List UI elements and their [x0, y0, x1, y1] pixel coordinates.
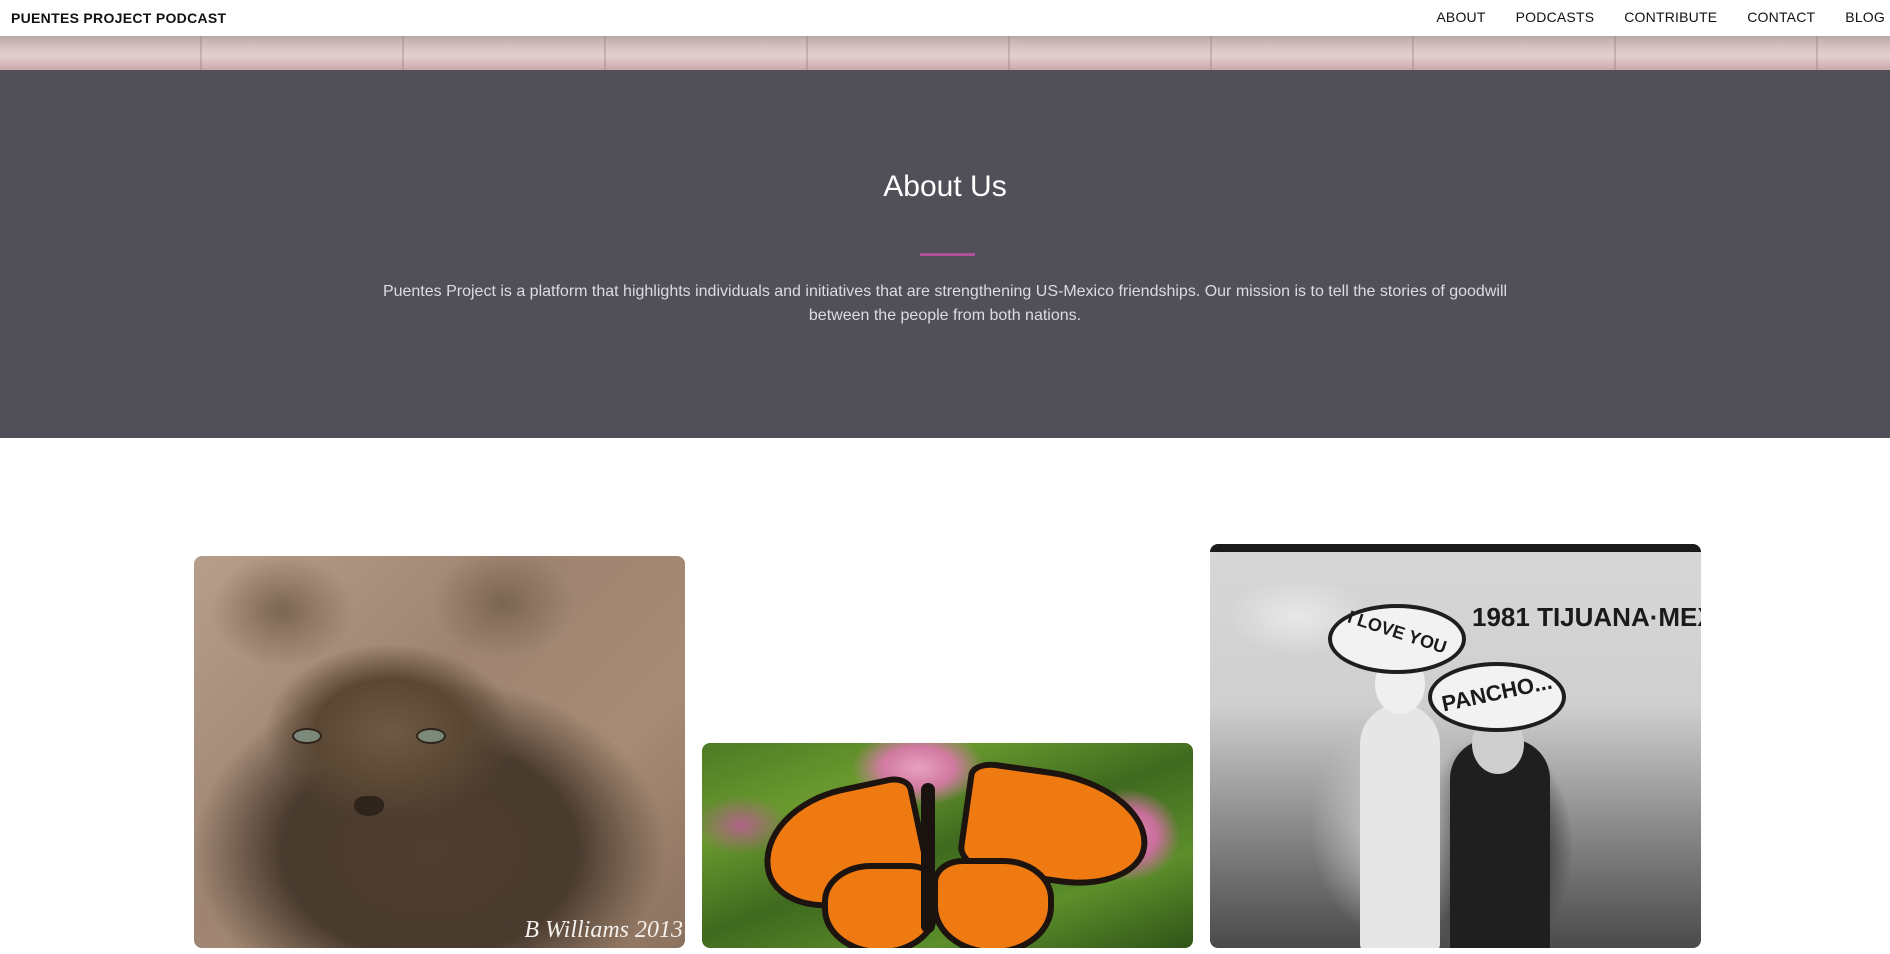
- photo-watermark: B Williams 2013: [524, 917, 683, 943]
- jaguarundi-photo: B Williams 2013: [194, 556, 685, 948]
- nav-link-podcasts[interactable]: PODCASTS: [1516, 9, 1595, 25]
- hero-image-strip: [0, 36, 1890, 70]
- monarch-butterfly-photo: [702, 743, 1193, 948]
- cat-left-eye: [292, 728, 322, 744]
- butterfly-body: [921, 783, 935, 933]
- cat-nose: [354, 796, 384, 816]
- about-section: About Us Puentes Project is a platform t…: [0, 70, 1890, 438]
- nav-link-about[interactable]: ABOUT: [1436, 9, 1485, 25]
- nav-link-contact[interactable]: CONTACT: [1747, 9, 1815, 25]
- tijuana-vintage-photo: 1981 TIJUANA·MEXICO I LOVE YOU PANCHO...: [1210, 544, 1701, 948]
- brand-logo-link[interactable]: PUENTES PROJECT PODCAST: [11, 10, 226, 26]
- top-navbar: PUENTES PROJECT PODCAST ABOUT PODCASTS C…: [0, 0, 1890, 36]
- cat-right-eye: [416, 728, 446, 744]
- about-title: About Us: [883, 170, 1007, 203]
- about-divider: [920, 253, 975, 256]
- main-nav: ABOUT PODCASTS CONTRIBUTE CONTACT BLOG: [1436, 9, 1890, 25]
- about-description: Puentes Project is a platform that highl…: [382, 283, 1508, 324]
- nav-link-blog[interactable]: BLOG: [1845, 9, 1885, 25]
- nav-link-contribute[interactable]: CONTRIBUTE: [1624, 9, 1717, 25]
- photo-banner-text: 1981 TIJUANA·MEXICO: [1472, 602, 1701, 632]
- butterfly-wing-lower-right: [932, 858, 1054, 948]
- woman-figure: [1360, 704, 1440, 948]
